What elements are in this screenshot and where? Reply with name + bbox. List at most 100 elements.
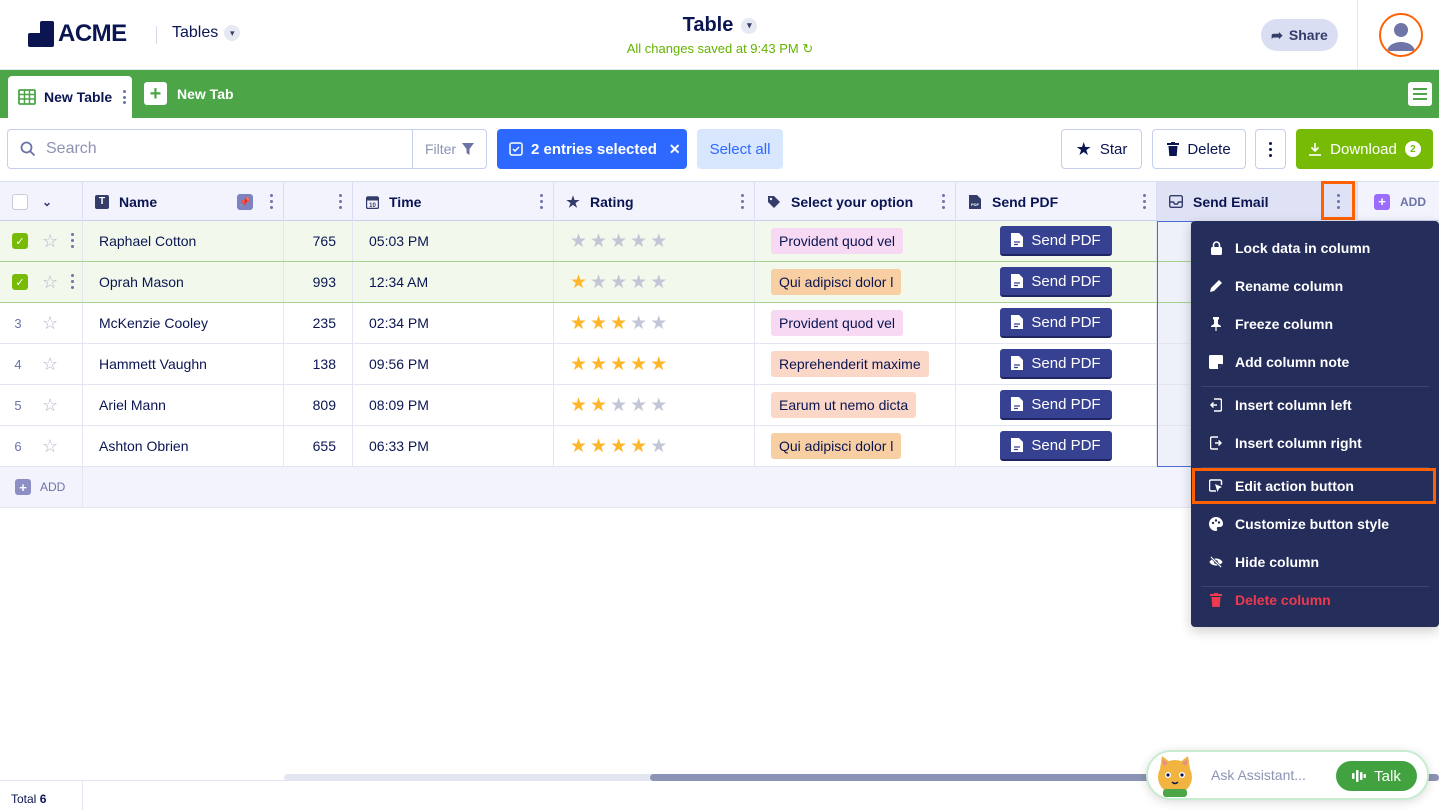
cell-send-email[interactable] xyxy=(1157,385,1191,425)
cell-name[interactable]: Hammett Vaughn xyxy=(83,344,284,384)
rating-stars[interactable]: ★ ★ ★ ★ ★ xyxy=(570,230,667,253)
send-pdf-button[interactable]: Send PDF xyxy=(1000,431,1112,461)
star-button[interactable]: ★ Star xyxy=(1061,129,1142,169)
new-tab-button[interactable]: + New Tab xyxy=(144,82,234,105)
cell-number[interactable]: 655 xyxy=(284,426,353,466)
cell-option[interactable]: Provident quod vel xyxy=(755,303,956,343)
add-column-button[interactable]: + ADD xyxy=(1358,182,1439,221)
column-menu-icon[interactable] xyxy=(740,194,744,209)
menu-item-delete-column[interactable]: Delete column xyxy=(1201,585,1433,615)
menu-item-freeze[interactable]: Freeze column xyxy=(1201,309,1433,339)
cell-time[interactable]: 08:09 PM xyxy=(353,385,554,425)
search-input[interactable]: Search xyxy=(7,129,413,169)
rating-star-icon[interactable]: ★ xyxy=(630,312,647,335)
rating-star-icon[interactable]: ★ xyxy=(570,312,587,335)
rating-star-icon[interactable]: ★ xyxy=(650,271,667,294)
cell-name[interactable]: Oprah Mason xyxy=(83,262,284,302)
rating-star-icon[interactable]: ★ xyxy=(570,435,587,458)
column-menu-icon[interactable] xyxy=(941,194,945,209)
delete-button[interactable]: Delete xyxy=(1152,129,1246,169)
rating-star-icon[interactable]: ★ xyxy=(610,312,627,335)
cell-time[interactable]: 06:33 PM xyxy=(353,426,554,466)
cell-send-email[interactable] xyxy=(1157,303,1191,343)
menu-item-hide-column[interactable]: Hide column xyxy=(1201,547,1433,577)
add-row-button[interactable]: + ADD xyxy=(0,467,83,507)
rating-star-icon[interactable]: ★ xyxy=(590,271,607,294)
column-header-send-pdf[interactable]: PDF Send PDF xyxy=(956,182,1157,221)
rating-star-icon[interactable]: ★ xyxy=(590,230,607,253)
column-header-number[interactable] xyxy=(284,182,353,221)
send-pdf-button[interactable]: Send PDF xyxy=(1000,308,1112,338)
cell-send-email[interactable] xyxy=(1157,344,1191,384)
cell-send-email[interactable] xyxy=(1157,221,1191,261)
row-checkbox[interactable]: ✓ xyxy=(12,274,28,290)
rating-stars[interactable]: ★ ★ ★ ★ ★ xyxy=(570,271,667,294)
rating-star-icon[interactable]: ★ xyxy=(630,353,647,376)
column-header-rating[interactable]: ★ Rating xyxy=(554,182,755,221)
send-pdf-button[interactable]: Send PDF xyxy=(1000,267,1112,297)
row-checkbox[interactable]: ✓ xyxy=(12,233,28,249)
rating-star-icon[interactable]: ★ xyxy=(610,353,627,376)
cell-number[interactable]: 993 xyxy=(284,262,353,302)
avatar[interactable] xyxy=(1379,13,1423,57)
rating-star-icon[interactable]: ★ xyxy=(570,271,587,294)
menu-item-edit-action-button[interactable]: Edit action button xyxy=(1192,468,1436,504)
cell-option[interactable]: Qui adipisci dolor l xyxy=(755,426,956,466)
select-all-button[interactable]: Select all xyxy=(697,129,783,169)
column-header-select-option[interactable]: Select your option xyxy=(755,182,956,221)
column-menu-icon[interactable] xyxy=(338,194,342,209)
more-options-button[interactable] xyxy=(1255,129,1286,169)
cell-number[interactable]: 235 xyxy=(284,303,353,343)
column-header-name[interactable]: T Name 📌 xyxy=(83,182,284,221)
star-outline-icon[interactable]: ☆ xyxy=(42,354,58,375)
send-pdf-button[interactable]: Send PDF xyxy=(1000,390,1112,420)
rating-star-icon[interactable]: ★ xyxy=(570,394,587,417)
cell-name[interactable]: Ashton Obrien xyxy=(83,426,284,466)
menu-item-add-note[interactable]: Add column note xyxy=(1201,347,1433,377)
send-pdf-button[interactable]: Send PDF xyxy=(1000,349,1112,379)
rating-stars[interactable]: ★ ★ ★ ★ ★ xyxy=(570,353,667,376)
star-outline-icon[interactable]: ☆ xyxy=(42,436,58,457)
cell-name[interactable]: Raphael Cotton xyxy=(83,221,284,261)
menu-item-rename[interactable]: Rename column xyxy=(1201,271,1433,301)
rating-star-icon[interactable]: ★ xyxy=(570,230,587,253)
entries-selected-chip[interactable]: 2 entries selected ✕ xyxy=(497,129,687,169)
star-outline-icon[interactable]: ☆ xyxy=(42,272,58,293)
menu-item-customize-style[interactable]: Customize button style xyxy=(1201,509,1433,539)
share-button[interactable]: ➦ Share xyxy=(1261,19,1338,51)
clear-selection-icon[interactable]: ✕ xyxy=(669,141,681,158)
talk-button[interactable]: Talk xyxy=(1336,761,1417,791)
column-menu-icon[interactable] xyxy=(539,194,543,209)
tab-new-table[interactable]: New Table xyxy=(8,76,132,118)
hamburger-menu-icon[interactable] xyxy=(1408,82,1432,106)
menu-item-insert-left[interactable]: Insert column left xyxy=(1201,390,1433,420)
rating-star-icon[interactable]: ★ xyxy=(590,353,607,376)
rating-stars[interactable]: ★ ★ ★ ★ ★ xyxy=(570,394,667,417)
cell-name[interactable]: Ariel Mann xyxy=(83,385,284,425)
rating-star-icon[interactable]: ★ xyxy=(570,353,587,376)
cell-option[interactable]: Reprehenderit maxime xyxy=(755,344,956,384)
rating-star-icon[interactable]: ★ xyxy=(650,230,667,253)
rating-star-icon[interactable]: ★ xyxy=(590,312,607,335)
star-outline-icon[interactable]: ☆ xyxy=(42,231,58,252)
rating-stars[interactable]: ★ ★ ★ ★ ★ xyxy=(570,312,667,335)
cell-option[interactable]: Qui adipisci dolor l xyxy=(755,262,956,302)
column-menu-icon[interactable] xyxy=(1142,194,1146,209)
menu-item-insert-right[interactable]: Insert column right xyxy=(1201,428,1433,458)
rating-star-icon[interactable]: ★ xyxy=(650,394,667,417)
chevron-down-icon[interactable]: ⌄ xyxy=(42,195,52,209)
row-menu-icon[interactable] xyxy=(70,233,74,248)
cell-time[interactable]: 12:34 AM xyxy=(353,262,554,302)
rating-star-icon[interactable]: ★ xyxy=(610,394,627,417)
rating-star-icon[interactable]: ★ xyxy=(650,435,667,458)
filter-button[interactable]: Filter xyxy=(412,129,487,169)
cell-time[interactable]: 09:56 PM xyxy=(353,344,554,384)
cell-send-email[interactable] xyxy=(1157,426,1191,466)
tab-options-icon[interactable] xyxy=(122,90,126,104)
rating-star-icon[interactable]: ★ xyxy=(630,271,647,294)
acme-logo[interactable]: ACME xyxy=(28,20,127,48)
column-menu-icon[interactable] xyxy=(269,194,273,209)
cell-name[interactable]: McKenzie Cooley xyxy=(83,303,284,343)
rating-star-icon[interactable]: ★ xyxy=(610,271,627,294)
cell-time[interactable]: 02:34 PM xyxy=(353,303,554,343)
